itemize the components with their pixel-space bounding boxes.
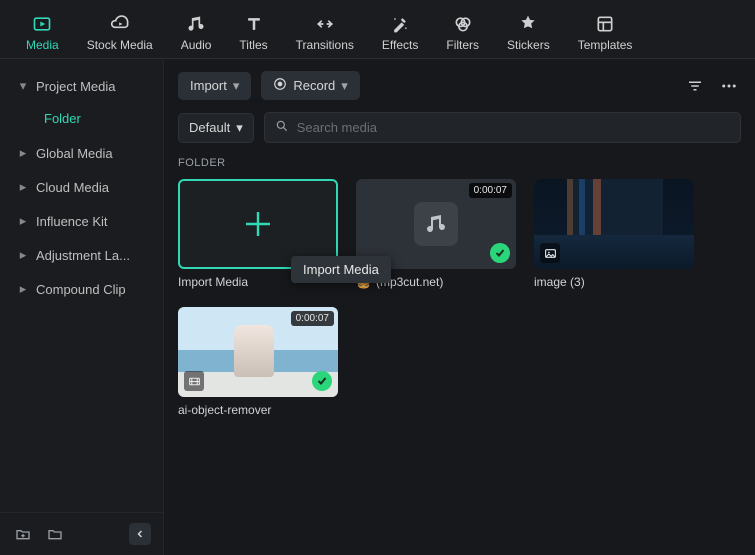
media-item[interactable]: image (3) bbox=[534, 179, 694, 289]
caret-right-icon: ▸ bbox=[18, 179, 28, 195]
import-thumbnail[interactable] bbox=[178, 179, 338, 269]
select-label: Default bbox=[189, 120, 230, 135]
caret-right-icon: ▸ bbox=[18, 281, 28, 297]
import-media-card[interactable]: Import Media bbox=[178, 179, 338, 289]
tab-transitions[interactable]: Transitions bbox=[282, 8, 368, 58]
media-caption: Import Media bbox=[178, 275, 338, 289]
media-thumbnail[interactable]: 0:00:07 bbox=[356, 179, 516, 269]
search-row: Default ▾ bbox=[164, 112, 755, 153]
tree-item-folder[interactable]: Folder bbox=[0, 103, 163, 136]
more-options-button[interactable] bbox=[717, 74, 741, 98]
effects-icon bbox=[390, 14, 410, 34]
tree-item-compound-clip[interactable]: ▸ Compound Clip bbox=[0, 272, 163, 306]
check-icon bbox=[490, 243, 510, 263]
favicon-icon: 🍔 bbox=[356, 275, 371, 289]
search-input[interactable] bbox=[297, 120, 730, 135]
tree-item-global-media[interactable]: ▸ Global Media bbox=[0, 136, 163, 170]
chevron-down-icon: ▾ bbox=[341, 78, 348, 94]
chevron-down-icon: ▾ bbox=[236, 120, 243, 136]
media-thumbnail[interactable] bbox=[534, 179, 694, 269]
tree-label: Global Media bbox=[36, 146, 113, 161]
tree-label: Folder bbox=[44, 111, 81, 126]
sidebar-footer bbox=[0, 512, 163, 555]
tab-label: Stock Media bbox=[87, 38, 153, 52]
tab-titles[interactable]: Titles bbox=[225, 8, 281, 58]
transitions-icon bbox=[315, 14, 335, 34]
tree-label: Cloud Media bbox=[36, 180, 109, 195]
top-nav: Media Stock Media Audio Titles Transitio… bbox=[0, 0, 755, 59]
tree-label: Influence Kit bbox=[36, 214, 108, 229]
tab-templates[interactable]: Templates bbox=[564, 8, 647, 58]
media-caption: image (3) bbox=[534, 275, 694, 289]
sidebar-tree: ▾ Project Media Folder ▸ Global Media ▸ … bbox=[0, 59, 163, 512]
tree-label: Adjustment La... bbox=[36, 248, 130, 263]
record-button[interactable]: Record ▾ bbox=[261, 71, 359, 100]
tree-item-project-media[interactable]: ▾ Project Media bbox=[0, 69, 163, 103]
record-icon bbox=[273, 77, 287, 94]
titles-icon bbox=[244, 14, 264, 34]
toolbar: Import ▾ Record ▾ bbox=[164, 59, 755, 112]
search-field[interactable] bbox=[264, 112, 741, 143]
video-type-icon bbox=[184, 371, 204, 391]
tree-label: Project Media bbox=[36, 79, 115, 94]
folder-button[interactable] bbox=[44, 523, 66, 545]
stickers-icon bbox=[518, 14, 538, 34]
tree-label: Compound Clip bbox=[36, 282, 126, 297]
duration-badge: 0:00:07 bbox=[291, 311, 334, 326]
tab-filters[interactable]: Filters bbox=[432, 8, 493, 58]
cloud-icon bbox=[110, 14, 130, 34]
search-icon bbox=[275, 119, 289, 136]
image-type-icon bbox=[540, 243, 560, 263]
tab-label: Filters bbox=[446, 38, 479, 52]
tab-stock-media[interactable]: Stock Media bbox=[73, 8, 167, 58]
tree-item-influence-kit[interactable]: ▸ Influence Kit bbox=[0, 204, 163, 238]
tab-label: Transitions bbox=[296, 38, 354, 52]
content-area: Import ▾ Record ▾ Default ▾ FOLDER bbox=[164, 59, 755, 555]
sidebar: ▾ Project Media Folder ▸ Global Media ▸ … bbox=[0, 59, 164, 555]
filters-icon bbox=[453, 14, 473, 34]
tree-item-adjustment-layer[interactable]: ▸ Adjustment La... bbox=[0, 238, 163, 272]
button-label: Import bbox=[190, 78, 227, 93]
tab-label: Effects bbox=[382, 38, 418, 52]
media-item[interactable]: 0:00:07 🍔 (mp3cut.net) bbox=[356, 179, 516, 289]
media-icon bbox=[32, 14, 52, 34]
section-heading: FOLDER bbox=[164, 153, 755, 179]
caret-right-icon: ▸ bbox=[18, 145, 28, 161]
media-thumbnail[interactable]: 0:00:07 bbox=[178, 307, 338, 397]
caption-text: (mp3cut.net) bbox=[376, 275, 443, 289]
tab-audio[interactable]: Audio bbox=[167, 8, 226, 58]
caret-down-icon: ▾ bbox=[18, 78, 28, 94]
plus-icon bbox=[240, 206, 276, 242]
new-folder-button[interactable] bbox=[12, 523, 34, 545]
tab-stickers[interactable]: Stickers bbox=[493, 8, 564, 58]
filter-options-button[interactable] bbox=[683, 74, 707, 98]
tab-label: Titles bbox=[239, 38, 267, 52]
chevron-down-icon: ▾ bbox=[233, 78, 240, 94]
media-caption: 🍔 (mp3cut.net) bbox=[356, 275, 516, 289]
tab-label: Audio bbox=[181, 38, 212, 52]
media-grid: Import Media 0:00:07 🍔 (mp3cut.net) bbox=[164, 179, 755, 417]
media-caption: ai-object-remover bbox=[178, 403, 338, 417]
collapse-sidebar-button[interactable] bbox=[129, 523, 151, 545]
sort-select[interactable]: Default ▾ bbox=[178, 113, 254, 143]
tab-label: Media bbox=[26, 38, 59, 52]
caret-right-icon: ▸ bbox=[18, 247, 28, 263]
tab-effects[interactable]: Effects bbox=[368, 8, 432, 58]
tab-label: Stickers bbox=[507, 38, 550, 52]
templates-icon bbox=[595, 14, 615, 34]
tree-item-cloud-media[interactable]: ▸ Cloud Media bbox=[0, 170, 163, 204]
tab-label: Templates bbox=[578, 38, 633, 52]
button-label: Record bbox=[293, 78, 335, 93]
audio-icon bbox=[186, 14, 206, 34]
media-item[interactable]: 0:00:07 ai-object-remover bbox=[178, 307, 338, 417]
import-button[interactable]: Import ▾ bbox=[178, 72, 251, 100]
check-icon bbox=[312, 371, 332, 391]
caret-right-icon: ▸ bbox=[18, 213, 28, 229]
tab-media[interactable]: Media bbox=[12, 8, 73, 58]
